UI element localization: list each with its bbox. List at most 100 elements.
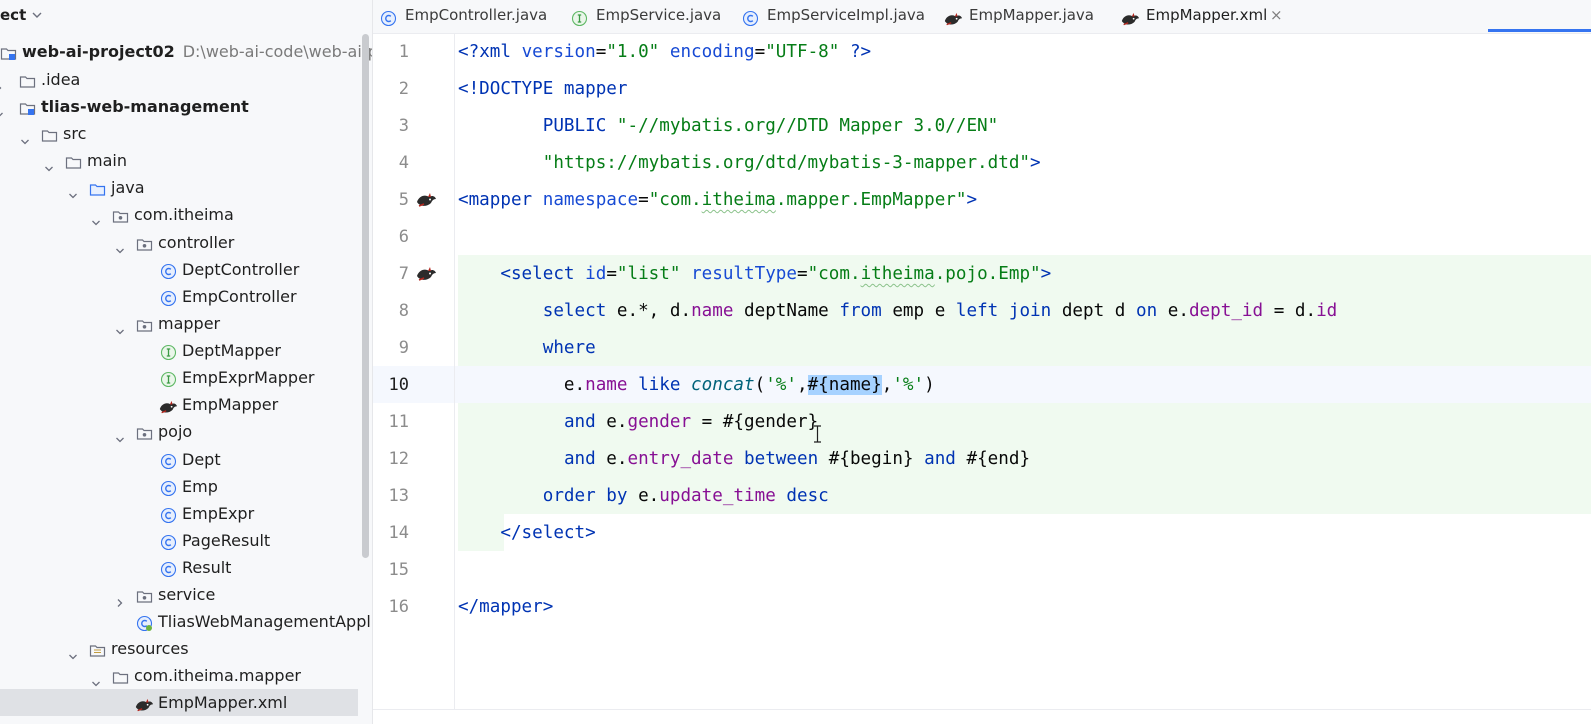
tree-item-label: tlias-web-management (41, 97, 249, 116)
chevron-down-icon[interactable] (0, 101, 4, 117)
chevron-down-icon[interactable] (115, 318, 125, 335)
code-token: deptName (733, 301, 840, 321)
chevron-down-icon[interactable] (91, 670, 101, 687)
class-icon (160, 559, 177, 578)
tree-item[interactable]: web-ai-project02 D:\web-ai-code\web-ai-pr… (0, 38, 376, 65)
tree-item[interactable]: EmpMapper (0, 391, 376, 418)
chevron-down-icon[interactable] (68, 182, 78, 199)
code-line[interactable]: order by e.update_time desc (458, 478, 829, 515)
tree-item[interactable]: controller (0, 229, 376, 256)
tree-item[interactable]: .idea (0, 66, 376, 93)
code-line[interactable]: <!DOCTYPE mapper (458, 71, 627, 108)
chevron-down-icon[interactable] (115, 426, 125, 443)
chevron-down-icon[interactable] (68, 643, 78, 660)
tree-item[interactable]: main (0, 147, 376, 174)
tree-item[interactable]: EmpExprMapper (0, 364, 376, 391)
tree-item-label: src (63, 124, 87, 143)
line-number: 12 (388, 449, 409, 469)
tree-item-label: service (158, 585, 216, 604)
tree-item[interactable]: EmpController (0, 283, 376, 310)
mybatis-navigate-icon[interactable] (415, 191, 437, 209)
tree-item[interactable]: com.itheima (0, 201, 376, 228)
chevron-down-icon[interactable] (91, 209, 101, 226)
tree-item[interactable]: mapper (0, 310, 376, 337)
tree-item[interactable]: DeptController (0, 256, 376, 283)
class-icon (742, 7, 759, 27)
chevron-down-icon[interactable] (115, 237, 125, 254)
line-number: 10 (388, 375, 409, 395)
chevron-down-icon[interactable] (30, 8, 44, 22)
code-token: ( (754, 375, 766, 395)
tree-item-label: main (87, 151, 127, 170)
tree-item[interactable]: tlias-web-management (0, 93, 376, 120)
code-line[interactable]: e.name like concat('%',#{name},'%') (458, 367, 935, 404)
code-line[interactable]: </mapper> (458, 589, 553, 626)
package-icon (136, 315, 153, 332)
code-token: dept d (1051, 301, 1136, 321)
tree-item[interactable]: EmpMapper.xml (0, 689, 358, 716)
code-line[interactable]: and e.entry_date between #{begin} and #{… (458, 441, 1030, 478)
tree-item-label: EmpMapper (182, 395, 279, 414)
tree-item[interactable]: com.itheima.mapper (0, 662, 376, 689)
code-line[interactable]: "https://mybatis.org/dtd/mybatis-3-mappe… (458, 145, 1041, 182)
tree-item-label: PageResult (182, 531, 271, 550)
code-line[interactable]: and e.gender = #{gender} (458, 404, 818, 441)
tree-item-label: DeptController (182, 260, 300, 279)
chevron-down-icon[interactable] (20, 128, 30, 145)
tree-item[interactable]: resources (0, 635, 376, 662)
code-token: ?> (849, 42, 872, 62)
line-number: 2 (398, 79, 409, 99)
project-title[interactable]: ect (0, 6, 26, 24)
tree-item[interactable]: Dept (0, 446, 376, 473)
chevron-right-icon[interactable] (115, 589, 125, 607)
code-token: = (595, 42, 607, 62)
tree-item[interactable]: EmpExpr (0, 500, 376, 527)
chevron-down-icon[interactable] (44, 155, 54, 172)
project-header: ect (0, 0, 376, 32)
code-line[interactable]: select e.*, d.name deptName from emp e l… (458, 293, 1338, 330)
code-token: = (606, 264, 617, 284)
code-line[interactable]: where (458, 330, 596, 367)
code-token: on (1136, 301, 1158, 321)
close-tab-icon[interactable]: × (1270, 0, 1283, 31)
tree-item[interactable]: pojo (0, 418, 376, 445)
tree-item[interactable]: TliasWebManagementApplic (0, 608, 376, 635)
code-token: '%' (892, 375, 925, 395)
code-line[interactable]: <mapper namespace="com.itheima.mapper.Em… (458, 182, 977, 219)
chevron-right-icon[interactable] (0, 74, 4, 90)
mybatis-icon (1120, 7, 1140, 25)
line-number: 14 (388, 523, 409, 543)
tree-item-label: Dept (182, 450, 221, 469)
tree-scrollbar[interactable] (362, 34, 369, 558)
code-line[interactable]: <select id="list" resultType="com.itheim… (458, 256, 1051, 293)
code-line[interactable]: PUBLIC "-//mybatis.org//DTD Mapper 3.0//… (458, 108, 998, 145)
tree-item[interactable]: Result (0, 554, 376, 581)
tab-label: EmpMapper.xml (1146, 6, 1268, 24)
tree-item[interactable]: service (0, 581, 376, 608)
package-icon (136, 423, 153, 440)
editor-bottom-border (373, 709, 1591, 710)
code-token: order by (542, 486, 628, 506)
tree-item[interactable]: Emp (0, 473, 376, 500)
tree-item[interactable]: src (0, 120, 376, 147)
tree-item-label: TliasWebManagementApplic (158, 612, 376, 631)
tree-item[interactable]: DeptMapper (0, 337, 376, 364)
tree-item[interactable]: java (0, 174, 376, 201)
code-line[interactable]: <?xml version="1.0" encoding="UTF-8" ?> (458, 34, 871, 71)
tree-item[interactable]: PageResult (0, 527, 376, 554)
class-icon (160, 261, 177, 280)
mybatis-navigate-icon[interactable] (415, 265, 437, 283)
code-token: e. (595, 449, 628, 469)
code-line[interactable]: </select> (458, 515, 595, 552)
package-icon (136, 234, 153, 251)
code-token: e. (627, 486, 660, 506)
package-icon (112, 206, 129, 223)
code-token: = #{gender} (691, 412, 819, 432)
folder-icon (65, 152, 82, 169)
code-token: , (881, 375, 893, 395)
tree-item-label: EmpExprMapper (182, 368, 315, 387)
